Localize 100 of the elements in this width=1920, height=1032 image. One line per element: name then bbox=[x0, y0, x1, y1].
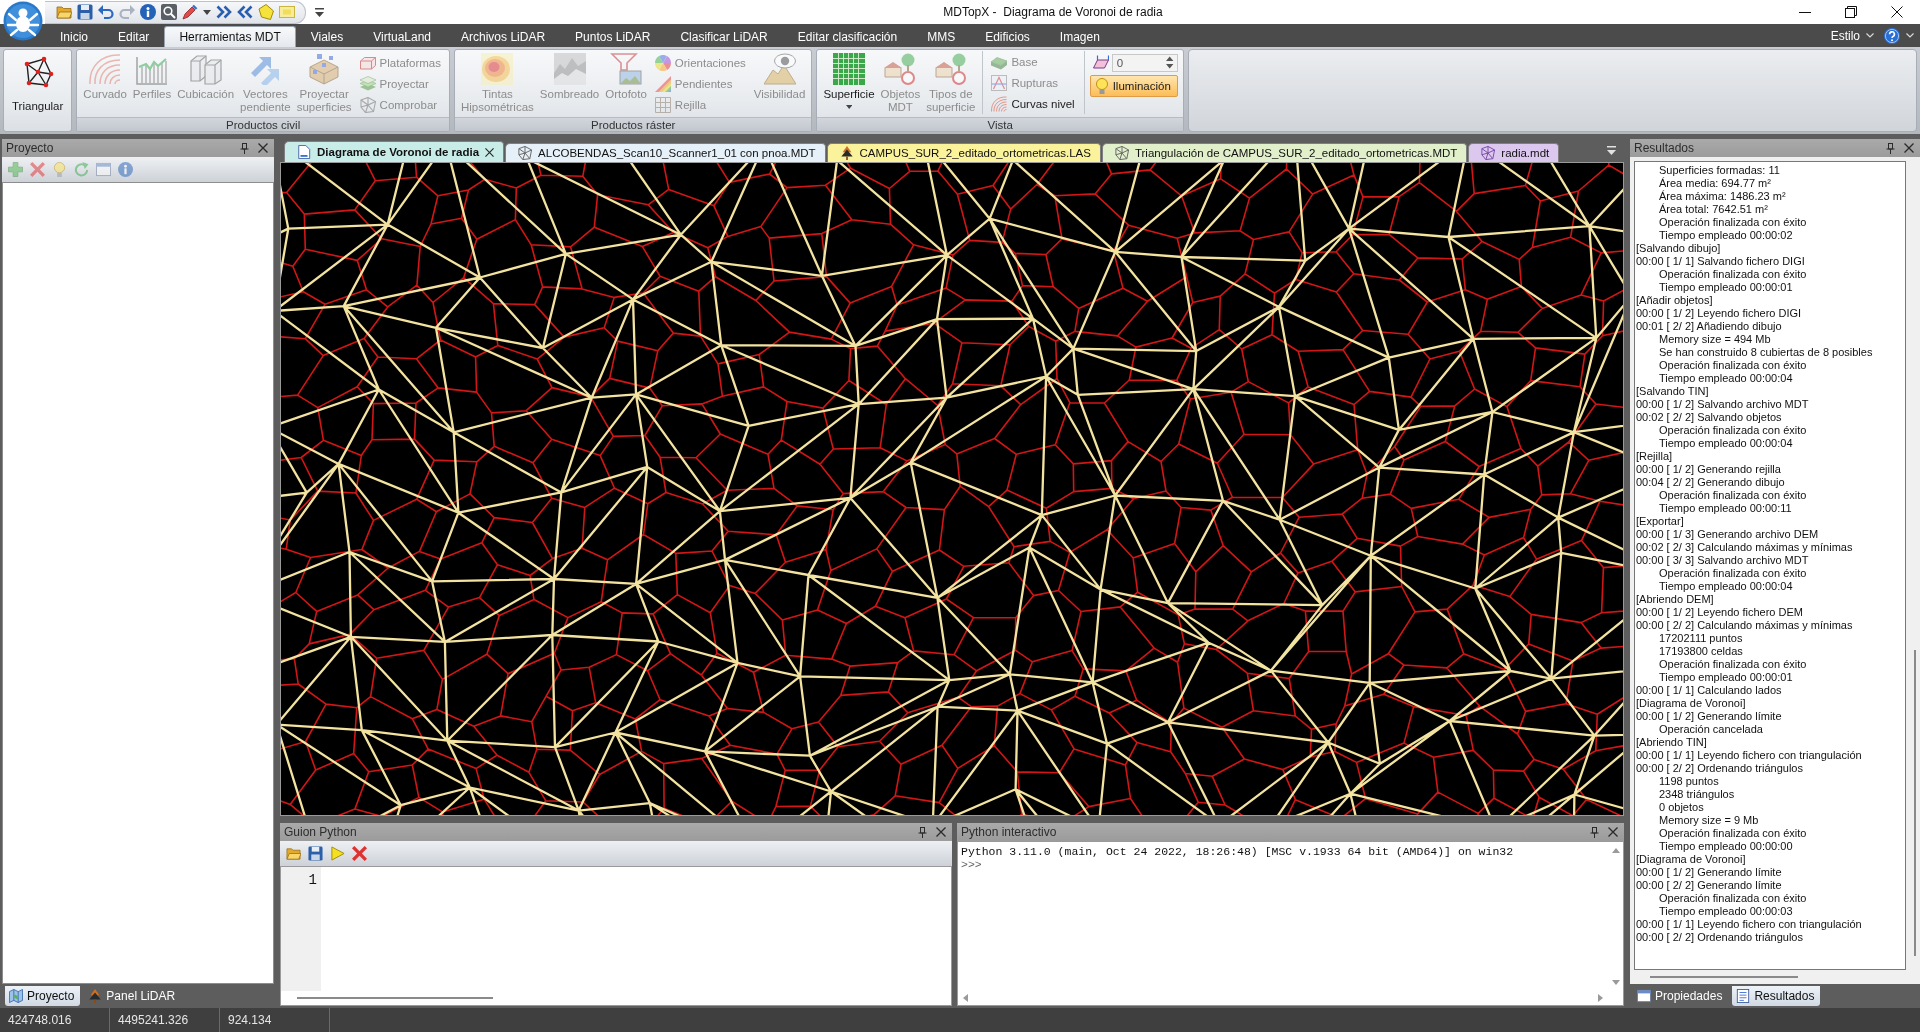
panel-tab[interactable]: Proyecto bbox=[5, 986, 81, 1006]
panel-tab[interactable]: Panel LiDAR bbox=[84, 986, 182, 1006]
ribbon-tab[interactable]: VirtuaLand bbox=[358, 26, 447, 47]
ribbon-tab[interactable]: Editar bbox=[103, 26, 165, 47]
cross-icon[interactable] bbox=[352, 846, 367, 861]
close-icon[interactable] bbox=[485, 147, 495, 157]
left-arrow-icon[interactable] bbox=[963, 994, 968, 1002]
pin-icon[interactable] bbox=[1886, 142, 1895, 154]
ribbon-button[interactable]: Superficie bbox=[820, 51, 878, 117]
chevron-down-icon[interactable] bbox=[1906, 33, 1914, 38]
minimize-icon[interactable] bbox=[1799, 11, 1811, 13]
panel-tab[interactable]: Resultados bbox=[1732, 986, 1821, 1006]
close-icon[interactable] bbox=[1891, 6, 1903, 18]
log-line: Tiempo empleado 00:00:04 bbox=[1658, 580, 1793, 593]
toggle-button[interactable]: Iluminación bbox=[1089, 75, 1178, 97]
mesh-icon bbox=[1114, 146, 1129, 160]
list-icon bbox=[1736, 989, 1751, 1003]
menu-caret-icon[interactable] bbox=[1607, 146, 1616, 155]
ribbon-tab[interactable]: Archivos LiDAR bbox=[446, 26, 561, 47]
log-line: [Salvando dibujo] bbox=[1636, 242, 1721, 255]
scrollbar-thumb[interactable] bbox=[1650, 976, 1798, 978]
log-line: Tiempo empleado 00:00:02 bbox=[1658, 229, 1793, 242]
ribbon-tab[interactable]: Herramientas MDT bbox=[164, 26, 296, 47]
log-line: [Rejilla] bbox=[1636, 450, 1673, 463]
house-tree-icon bbox=[934, 53, 967, 85]
tree-icon bbox=[88, 989, 103, 1003]
spinner-icon[interactable] bbox=[1166, 56, 1174, 69]
help-icon[interactable] bbox=[1884, 27, 1900, 44]
ribbon-tab[interactable]: MMS bbox=[912, 26, 971, 47]
close-icon[interactable] bbox=[936, 827, 946, 837]
mesh-icon bbox=[518, 146, 533, 160]
log-line: [Abriendo DEM] bbox=[1636, 593, 1714, 606]
voronoi-diagram[interactable] bbox=[280, 162, 1624, 816]
ribbon-tab[interactable]: Edificios bbox=[970, 26, 1045, 47]
folder-icon[interactable] bbox=[286, 846, 301, 861]
chevron-down-icon[interactable] bbox=[1866, 33, 1874, 38]
down-arrow-icon[interactable] bbox=[1612, 980, 1620, 985]
status-field: 424748.016 bbox=[8, 1013, 72, 1027]
pen-icon[interactable] bbox=[182, 4, 198, 20]
document-tab[interactable]: CAMPUS_SUR_2_editado_ortometricas.LAS bbox=[826, 143, 1101, 162]
log-line: [Añadir objetos] bbox=[1636, 294, 1713, 307]
ribbon-button[interactable]: Curvas nivel bbox=[988, 93, 1078, 114]
search-icon[interactable] bbox=[161, 4, 177, 20]
restore-icon[interactable] bbox=[1845, 6, 1857, 18]
color-wheel-icon bbox=[654, 54, 671, 71]
folder-icon[interactable] bbox=[56, 4, 72, 20]
right-arrow-icon[interactable] bbox=[1598, 994, 1603, 1002]
undo-icon[interactable] bbox=[98, 4, 114, 20]
number-field[interactable]: 0 bbox=[1111, 53, 1178, 72]
log-line: 00:00 [ 1/ 3] Generando archivo DEM bbox=[1636, 528, 1819, 541]
close-icon[interactable] bbox=[1904, 143, 1914, 153]
close-icon[interactable] bbox=[1608, 827, 1618, 837]
break-lines-icon bbox=[991, 75, 1008, 91]
panel-tab[interactable]: Propiedades bbox=[1633, 986, 1729, 1006]
log-line: Operación finalizada con éxito bbox=[1658, 268, 1807, 281]
log-line: 00:00 [ 2/ 2] Calculando máximas y mínimas bbox=[1636, 619, 1853, 632]
ribbon-tab[interactable]: Viales bbox=[295, 26, 359, 47]
log-line: 00:00 [ 1/ 2] Generando límite bbox=[1636, 866, 1782, 879]
caret-icon[interactable] bbox=[203, 9, 211, 15]
up-arrow-icon[interactable] bbox=[1612, 848, 1620, 853]
save-icon[interactable] bbox=[308, 846, 323, 861]
heatmap-icon bbox=[481, 53, 514, 85]
menu-caret-icon[interactable] bbox=[315, 7, 324, 17]
log-line: 00:00 [ 1/ 1] Leyendo fichero con triangulación bbox=[1636, 918, 1862, 931]
layers-icon bbox=[359, 75, 376, 92]
log-line: [Exportar] bbox=[1636, 515, 1684, 528]
terrain-block-icon bbox=[308, 53, 341, 85]
panel-title: Python interactivo bbox=[961, 825, 1057, 839]
ribbon-tab[interactable]: Puntos LiDAR bbox=[560, 26, 666, 47]
log-line: Operación finalizada con éxito bbox=[1658, 424, 1807, 437]
console-line: >>> bbox=[961, 858, 982, 871]
double-chevron-left-icon[interactable] bbox=[237, 4, 253, 20]
document-tab[interactable]: ALCOBENDAS_Scan10_Scanner1_01 con pnoa.MDT bbox=[505, 143, 826, 162]
ribbon-tab[interactable]: Clasificar LiDAR bbox=[665, 26, 783, 47]
log-line: 17202111 puntos bbox=[1658, 632, 1743, 645]
pin-icon[interactable] bbox=[240, 142, 249, 154]
log-line: 1198 puntos bbox=[1658, 775, 1719, 788]
pin-icon[interactable] bbox=[1590, 826, 1599, 838]
pin-icon[interactable] bbox=[918, 826, 927, 838]
ribbon-tab[interactable]: Imagen bbox=[1044, 26, 1115, 47]
double-chevron-right-icon[interactable] bbox=[216, 4, 232, 20]
document-tab[interactable]: Diagrama de Voronoi de radia bbox=[284, 141, 505, 162]
log-line: 00:00 [ 1/ 1] Leyendo fichero con triangulación bbox=[1636, 749, 1862, 762]
document-tab[interactable]: Triangulación de CAMPUS_SUR_2_editado_ortometricas.MDT bbox=[1101, 143, 1468, 162]
document-icon bbox=[297, 145, 311, 159]
scrollbar-thumb[interactable] bbox=[297, 997, 493, 999]
scrollbar-thumb[interactable] bbox=[1914, 650, 1916, 956]
bulb-icon bbox=[1093, 78, 1110, 94]
ribbon-tab[interactable]: Inicio bbox=[45, 26, 103, 47]
funnel-photo-icon bbox=[610, 53, 643, 85]
ribbon-button[interactable]: Triangular bbox=[9, 54, 67, 128]
log-line: 00:00 [ 2/ 2] Generando límite bbox=[1636, 879, 1782, 892]
ribbon-tab[interactable]: Editar clasificación bbox=[782, 26, 913, 47]
document-tab[interactable]: radia.mdt bbox=[1468, 143, 1560, 162]
log-line: Área media: 694.77 m² bbox=[1658, 177, 1771, 190]
info-icon[interactable] bbox=[140, 4, 156, 20]
polygon-icon[interactable] bbox=[258, 4, 274, 20]
close-icon[interactable] bbox=[258, 143, 268, 153]
style-menu[interactable]: Estilo bbox=[1830, 28, 1860, 43]
save-icon[interactable] bbox=[77, 4, 93, 20]
